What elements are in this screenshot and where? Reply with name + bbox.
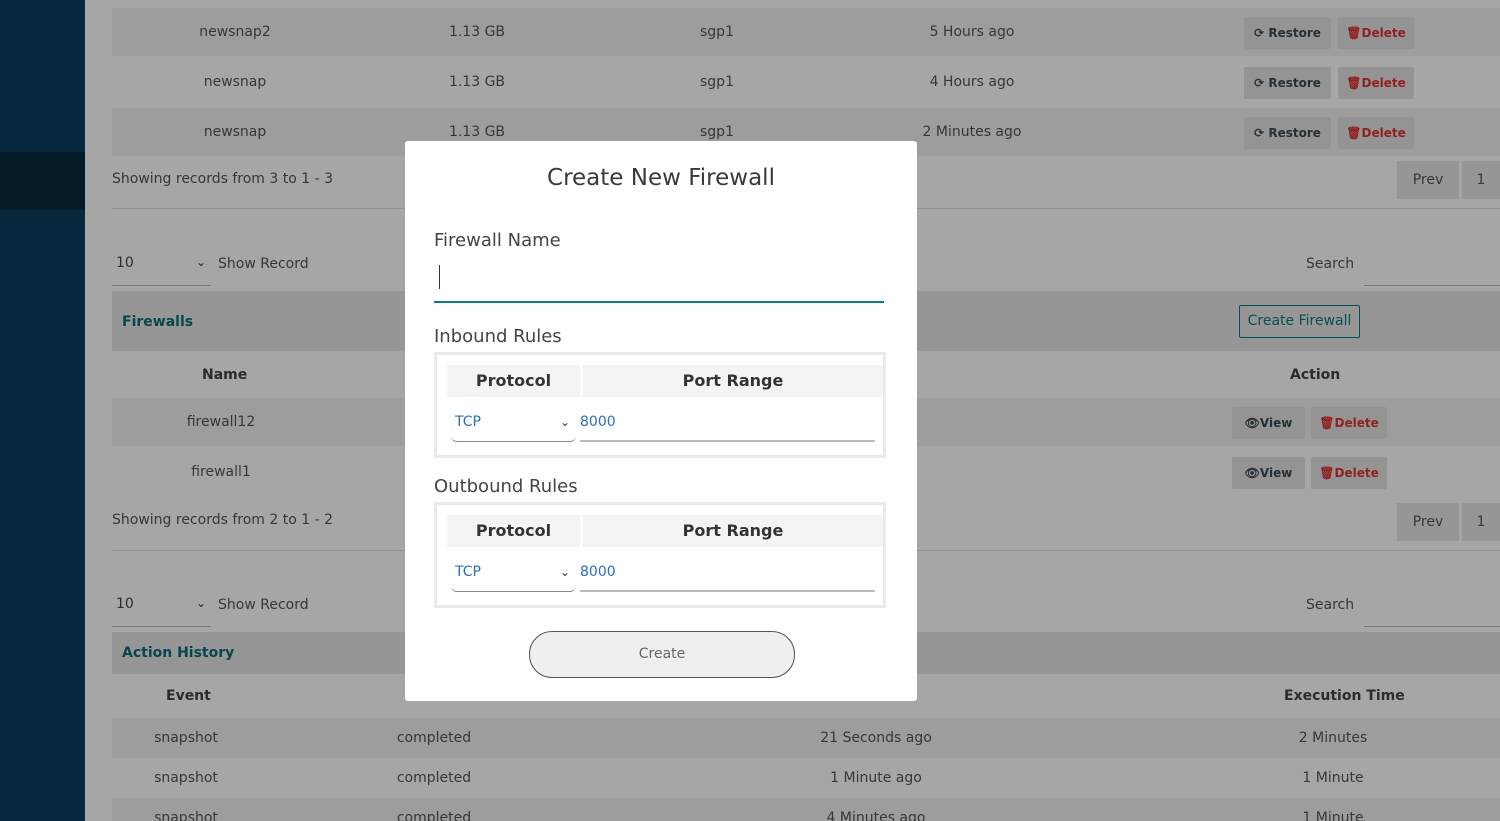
rules-header: Protocol Port Range bbox=[447, 515, 883, 547]
firewall-name-label: Firewall Name bbox=[434, 230, 561, 251]
create-firewall-modal: Create New Firewall Firewall Name Inboun… bbox=[405, 141, 917, 701]
column-header-protocol: Protocol bbox=[475, 521, 552, 540]
inbound-rules-label: Inbound Rules bbox=[434, 326, 562, 347]
outbound-port-input[interactable]: 8000 bbox=[580, 552, 875, 592]
modal-title: Create New Firewall bbox=[547, 165, 775, 191]
outbound-rules-table: Protocol Port Range TCP ⌄ 8000 bbox=[434, 502, 886, 608]
column-header-port-range: Port Range bbox=[682, 371, 784, 390]
text-caret bbox=[439, 265, 440, 289]
inbound-rules-table: Protocol Port Range TCP ⌄ 8000 bbox=[434, 352, 886, 458]
inbound-port-input[interactable]: 8000 bbox=[580, 402, 875, 442]
column-header-protocol: Protocol bbox=[475, 371, 552, 390]
chevron-down-icon: ⌄ bbox=[559, 565, 570, 579]
outbound-rules-label: Outbound Rules bbox=[434, 476, 578, 497]
outbound-protocol-select[interactable]: TCP ⌄ bbox=[451, 552, 576, 592]
inbound-protocol-select[interactable]: TCP ⌄ bbox=[451, 402, 576, 442]
chevron-down-icon: ⌄ bbox=[559, 415, 570, 429]
firewall-name-input[interactable] bbox=[434, 259, 884, 303]
create-button[interactable]: Create bbox=[529, 631, 795, 678]
rules-header: Protocol Port Range bbox=[447, 365, 883, 397]
column-header-port-range: Port Range bbox=[682, 521, 784, 540]
